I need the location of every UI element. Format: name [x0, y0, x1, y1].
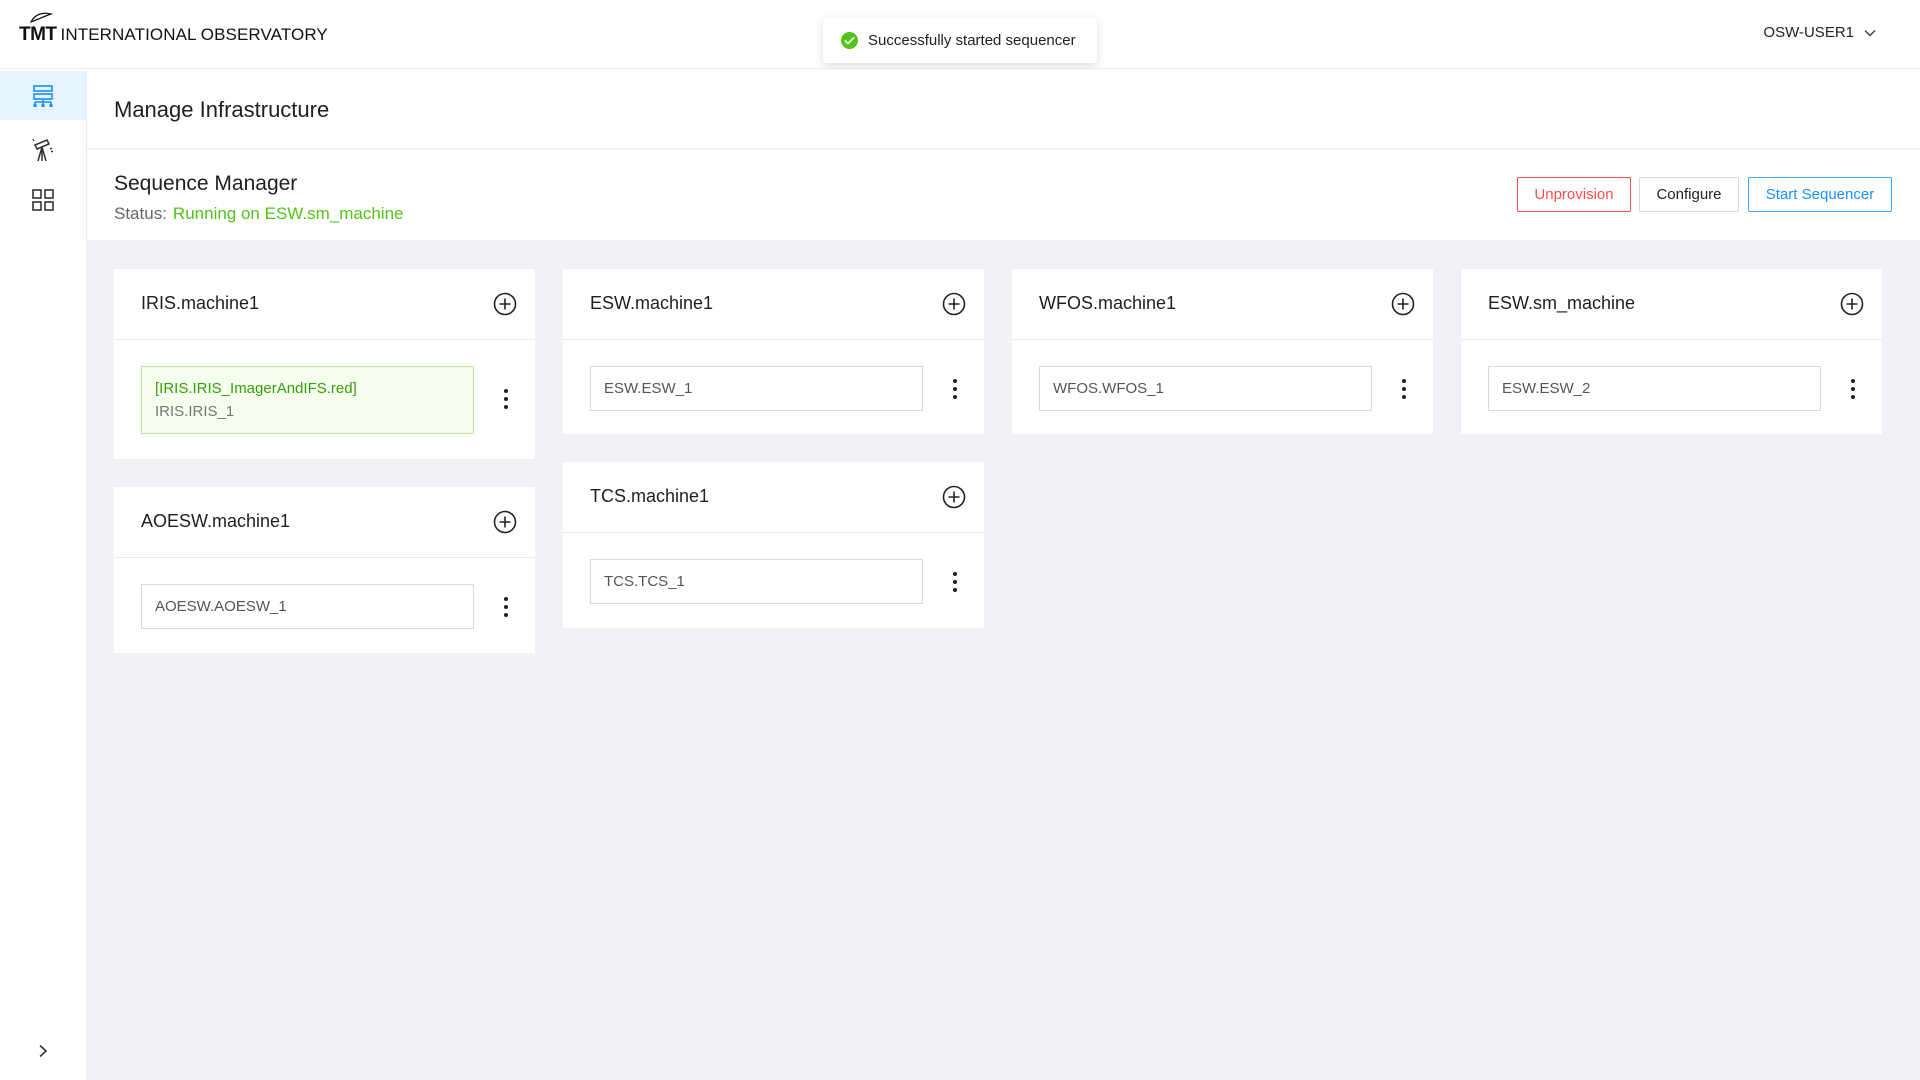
toast-message: Successfully started sequencer — [868, 32, 1076, 49]
leaf-logo-icon — [29, 12, 53, 24]
success-toast: Successfully started sequencer — [823, 18, 1097, 63]
more-vertical-icon[interactable] — [503, 387, 509, 411]
infrastructure-icon — [33, 84, 53, 107]
machine-name: ESW.machine1 — [590, 293, 714, 313]
machine-card: AOESW.machine1 AOESW.AOESW_1 — [114, 487, 535, 653]
machine-card: ESW.sm_machine ESW.ESW_2 — [1461, 269, 1882, 434]
machine-card-body: ESW.ESW_1 — [563, 340, 984, 437]
machine-card-body: [IRIS.IRIS_ImagerAndIFS.red] IRIS.IRIS_1 — [114, 340, 535, 460]
check-circle-icon — [841, 32, 858, 49]
sequencer-box[interactable]: [IRIS.IRIS_ImagerAndIFS.red] IRIS.IRIS_1 — [141, 366, 474, 434]
chevron-down-icon — [1864, 29, 1876, 37]
add-circle-icon[interactable] — [1391, 292, 1415, 316]
add-circle-icon[interactable] — [942, 292, 966, 316]
sequence-manager-title: Sequence Manager — [114, 172, 298, 195]
sequencer-box[interactable]: WFOS.WFOS_1 — [1039, 366, 1372, 411]
sidebar-collapse-button[interactable] — [0, 1036, 86, 1066]
page-title: Manage Infrastructure — [114, 97, 330, 122]
machine-card-header: WFOS.machine1 — [1012, 269, 1433, 340]
status-value: Running on ESW.sm_machine — [172, 204, 404, 223]
sequencer-script: [IRIS.IRIS_ImagerAndIFS.red] — [155, 380, 357, 397]
telescope-icon — [32, 138, 54, 161]
sidebar-item-telescope[interactable] — [0, 125, 86, 174]
sequencer-box[interactable]: ESW.ESW_1 — [590, 366, 923, 411]
machine-name: TCS.machine1 — [590, 486, 710, 506]
machine-card-header: AOESW.machine1 — [114, 487, 535, 558]
machine-card-header: IRIS.machine1 — [114, 269, 535, 340]
machine-card: WFOS.machine1 WFOS.WFOS_1 — [1012, 269, 1433, 434]
sequence-manager-status: Status: Running on ESW.sm_machine — [114, 204, 403, 224]
start-sequencer-button[interactable]: Start Sequencer — [1748, 177, 1892, 212]
machine-card-header: TCS.machine1 — [563, 462, 984, 533]
machine-card-body: TCS.TCS_1 — [563, 533, 984, 630]
user-menu[interactable]: OSW-USER1 — [1763, 24, 1876, 41]
sidebar-item-dashboard[interactable] — [0, 175, 86, 224]
machine-card: TCS.machine1 TCS.TCS_1 — [563, 462, 984, 628]
machine-card-header: ESW.sm_machine — [1461, 269, 1882, 340]
logo[interactable]: TMT INTERNATIONAL OBSERVATORY — [19, 12, 328, 46]
machine-card-body: WFOS.WFOS_1 — [1012, 340, 1433, 437]
logo-mark: TMT — [19, 12, 57, 46]
add-circle-icon[interactable] — [493, 510, 517, 534]
more-vertical-icon[interactable] — [1850, 377, 1856, 401]
machine-name: WFOS.machine1 — [1039, 293, 1177, 313]
machine-card-header: ESW.machine1 — [563, 269, 984, 340]
sequencer-id: IRIS.IRIS_1 — [155, 403, 235, 420]
more-vertical-icon[interactable] — [503, 595, 509, 619]
sequencer-box[interactable]: AOESW.AOESW_1 — [141, 584, 474, 629]
page-header: Manage Infrastructure — [87, 69, 1920, 149]
machine-name: IRIS.machine1 — [141, 293, 260, 313]
add-circle-icon[interactable] — [1840, 292, 1864, 316]
chevron-right-icon — [39, 1044, 48, 1058]
status-label: Status: — [114, 204, 167, 223]
machine-card-body: AOESW.AOESW_1 — [114, 558, 535, 655]
sequence-manager-panel: Sequence Manager Status: Running on ESW.s… — [87, 150, 1920, 240]
user-name: OSW-USER1 — [1763, 24, 1854, 41]
machine-name: ESW.sm_machine — [1488, 293, 1636, 313]
add-circle-icon[interactable] — [493, 292, 517, 316]
sidebar — [0, 69, 87, 1080]
more-vertical-icon[interactable] — [1401, 377, 1407, 401]
more-vertical-icon[interactable] — [952, 377, 958, 401]
machine-card: IRIS.machine1 [IRIS.IRIS_ImagerAndIFS.re… — [114, 269, 535, 459]
machine-card: ESW.machine1 ESW.ESW_1 — [563, 269, 984, 434]
grid-icon — [32, 188, 54, 211]
sequencer-box[interactable]: ESW.ESW_2 — [1488, 366, 1821, 411]
logo-text: INTERNATIONAL OBSERVATORY — [60, 25, 328, 44]
machine-card-body: ESW.ESW_2 — [1461, 340, 1882, 437]
sequencer-box[interactable]: TCS.TCS_1 — [590, 559, 923, 604]
machine-name: AOESW.machine1 — [141, 511, 291, 531]
more-vertical-icon[interactable] — [952, 570, 958, 594]
add-circle-icon[interactable] — [942, 485, 966, 509]
configure-button[interactable]: Configure — [1639, 177, 1739, 212]
unprovision-button[interactable]: Unprovision — [1517, 177, 1631, 212]
sidebar-item-infrastructure[interactable] — [0, 71, 86, 120]
